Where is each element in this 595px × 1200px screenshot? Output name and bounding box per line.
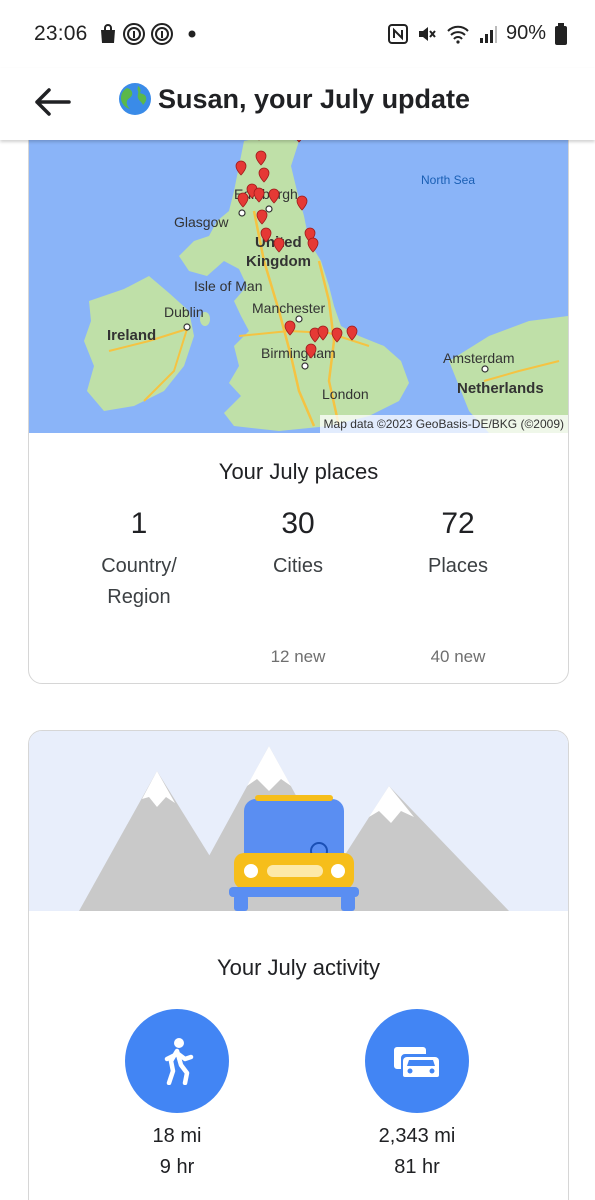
notification-icons [98,22,200,46]
dot-icon [188,30,196,38]
walking-icon [164,1038,194,1085]
stat-places-new: 40 new [430,647,486,666]
app-bar: Susan, your July update [0,68,595,140]
stat-label-line: Country/ [101,555,177,577]
signal-icon [479,25,497,43]
walking-time: 9 hr [159,1156,195,1178]
city-dot-dublin [183,323,191,331]
stat-cities: 30 Cities [218,507,378,582]
fingerprint-icon [123,23,145,45]
shopping-bag-icon [101,24,115,43]
car-headlight-left [244,864,258,878]
stat-places: 72 Places [378,507,538,582]
fingerprint-icon [151,23,173,45]
stat-value: 30 [281,507,315,540]
activity-title: Your July activity [216,955,381,980]
map-canvas: North Sea Edinburgh Glasgow United Kingd… [29,140,568,433]
status-bar: 23:06 90% [0,0,595,68]
stat-label-line: Cities [272,555,323,577]
stat-value: 72 [441,507,475,540]
map-label-ireland: Ireland [107,327,156,344]
car-bumper [229,887,359,897]
walking-button[interactable] [125,1009,229,1113]
system-icons: 90% [387,22,567,45]
status-time: 23:06 [34,22,88,45]
driving-time: 81 hr [394,1156,440,1178]
wifi-icon [447,25,469,44]
title-text: Susan, your July update [158,83,471,114]
stat-cities-new: 12 new [270,647,326,666]
car-headlight-right [331,864,345,878]
city-dot-birmingham [301,362,309,370]
arrow-left-icon [35,88,71,116]
stat-value: 1 [130,507,148,540]
map-label-birmingham: Birmingham [261,345,336,361]
map-attribution: Map data ©2023 GeoBasis-DE/BKG (©2009) [319,415,568,433]
trip-map[interactable]: North Sea Edinburgh Glasgow United Kingd… [29,140,568,433]
stat-label: Cities [218,551,378,582]
globe-icon [119,83,151,115]
content-scroll[interactable]: North Sea Edinburgh Glasgow United Kingd… [0,140,595,1200]
city-dot-manchester [295,315,303,323]
car-grille [267,865,323,877]
car-roof-stripe [255,795,333,801]
places-title: Your July places [218,459,379,484]
map-label-north-sea: North Sea [421,173,475,187]
battery-percent: 90% [505,22,546,44]
page-title: Susan, your July update [118,82,470,116]
car-illustration [29,731,568,911]
car-wheel-right [341,895,355,911]
city-dot-amsterdam [481,365,489,373]
activity-driving: 2,343 mi 81 hr [317,1009,517,1183]
driving-button[interactable] [365,1009,469,1113]
city-dot-edinburgh [265,205,273,213]
activity-walking: 18 mi 9 hr [77,1009,277,1183]
stat-countries: 1 Country/ Region [59,507,219,613]
car-wheel-left [234,895,248,911]
map-label-glasgow: Glasgow [174,214,229,230]
mountains-car-art [29,731,568,911]
places-card: North Sea Edinburgh Glasgow United Kingd… [28,140,569,684]
walking-distance: 18 mi [152,1125,202,1147]
stat-label-line: Region [107,586,171,608]
city-dot-glasgow [238,209,246,217]
stat-label-line: Places [427,555,489,577]
map-label-netherlands: Netherlands [457,380,544,397]
nfc-icon [387,23,408,44]
map-label-manchester: Manchester [252,300,325,316]
driving-distance: 2,343 mi [378,1125,456,1147]
activity-card: Your July activity 18 mi 9 hr 2,343 mi 8… [28,730,569,1200]
battery-icon [555,22,567,45]
map-label-isle-of-man: Isle of Man [194,278,262,294]
driving-icon [394,1047,439,1077]
stat-label: Country/ Region [59,551,219,613]
map-label-dublin: Dublin [164,304,204,320]
map-label-amsterdam: Amsterdam [443,350,515,366]
stat-label: Places [378,551,538,582]
map-label-uk-2: Kingdom [246,253,311,270]
back-button[interactable] [30,80,74,124]
mute-icon [418,26,436,41]
map-label-london: London [322,386,369,402]
